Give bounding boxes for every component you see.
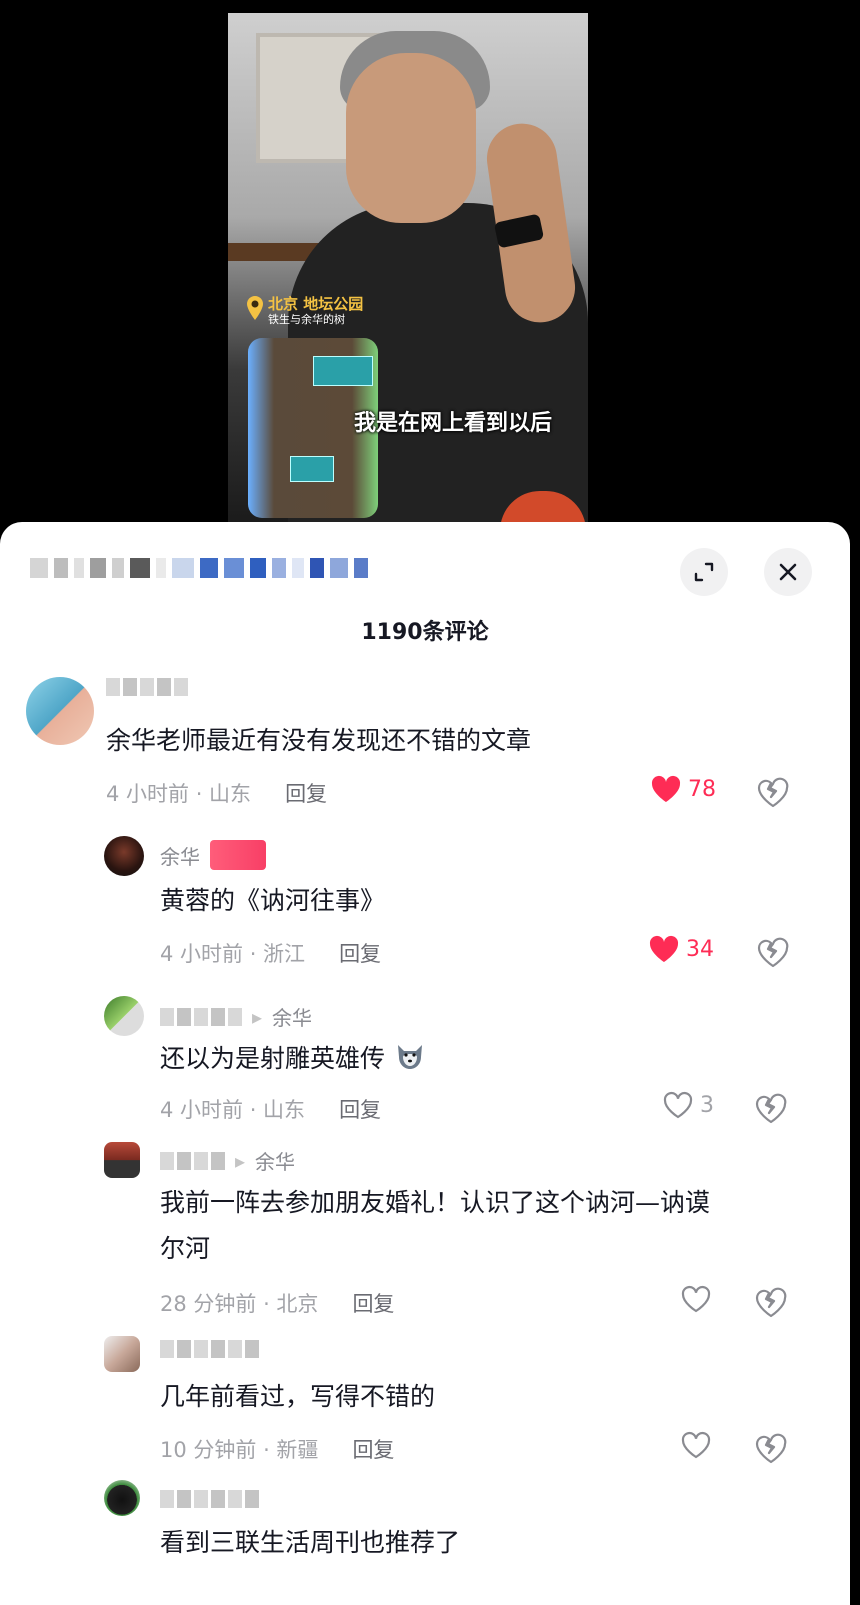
close-button[interactable] <box>764 548 812 596</box>
redacted-username <box>160 1007 242 1026</box>
like-button[interactable] <box>680 1284 718 1314</box>
like-count: 34 <box>686 936 714 962</box>
comment-username[interactable] <box>160 1340 259 1358</box>
reply-arrow-icon: ▸ <box>252 1004 263 1029</box>
video-subtitle: 我是在网上看到以后 <box>353 411 552 436</box>
comment-username[interactable] <box>160 1490 259 1508</box>
comment-count: 1190条评论 <box>361 620 489 645</box>
avatar[interactable] <box>104 1142 140 1178</box>
reply-to-name: 余华 <box>255 1150 296 1174</box>
dislike-broken-heart-icon[interactable] <box>756 936 790 970</box>
comment-text: 黄蓉的《讷河往事》 <box>160 886 386 915</box>
location-subtitle: 铁生与余华的树 <box>268 313 345 326</box>
wolf-emoji-icon <box>397 1045 422 1069</box>
comment-text: 余华老师最近有没有发现还不错的文章 <box>106 726 532 755</box>
avatar[interactable] <box>26 677 94 745</box>
sheet-header <box>0 522 850 612</box>
comment-time-location: 4 小时前 · 浙江 <box>160 942 306 966</box>
like-count: 78 <box>688 776 716 802</box>
heart-outline-icon <box>681 1286 711 1313</box>
tree-sign <box>313 356 373 386</box>
avatar[interactable] <box>104 996 144 1036</box>
dislike-broken-heart-icon[interactable] <box>754 1432 788 1466</box>
reply-button[interactable]: 回复 <box>352 1288 394 1318</box>
comment-meta: 28 分钟前 · 北京 回复 <box>160 1288 394 1318</box>
comment-text: 还以为是射雕英雄传 <box>160 1036 427 1082</box>
heart-outline-icon <box>663 1092 693 1119</box>
video-person-head <box>346 53 476 223</box>
comment-text: 看到三联生活周刊也推荐了 <box>160 1528 461 1557</box>
redacted-username <box>160 1490 259 1508</box>
comment-meta: 4 小时前 · 山东 回复 <box>106 778 327 808</box>
author-avatar[interactable] <box>104 836 144 876</box>
comment-time-location: 4 小时前 · 山东 <box>106 782 252 806</box>
video-player[interactable]: 北京 地坛公园 铁生与余华的树 我是在网上看到以后 <box>228 13 588 523</box>
location-pin-icon <box>247 296 263 320</box>
reply-arrow-icon: ▸ <box>235 1148 246 1173</box>
tree-sign <box>290 456 334 482</box>
heart-outline-icon <box>681 1432 711 1459</box>
comment-text: 几年前看过，写得不错的 <box>160 1382 436 1411</box>
like-button[interactable]: 78 <box>650 774 716 804</box>
comment-meta: 10 分钟前 · 新疆 回复 <box>160 1434 394 1464</box>
dislike-broken-heart-icon[interactable] <box>754 1092 788 1126</box>
reply-to-name: 余华 <box>272 1006 313 1030</box>
author-badge <box>210 840 266 870</box>
like-count: 3 <box>700 1092 714 1118</box>
reply-button[interactable]: 回复 <box>352 1434 394 1464</box>
reply-button[interactable]: 回复 <box>339 1094 381 1124</box>
comment-time-location: 10 分钟前 · 新疆 <box>160 1438 319 1462</box>
expand-button[interactable] <box>680 548 728 596</box>
heart-filled-icon <box>651 775 681 802</box>
expand-icon <box>694 562 714 582</box>
redacted-username <box>106 678 188 696</box>
like-button[interactable] <box>680 1430 718 1460</box>
avatar[interactable] <box>104 1336 140 1372</box>
comment-text-line: 尔河 <box>160 1234 211 1263</box>
redacted-username <box>160 1340 259 1358</box>
avatar[interactable] <box>104 1480 140 1516</box>
close-icon <box>779 563 797 581</box>
comment-time-location: 4 小时前 · 山东 <box>160 1098 306 1122</box>
comment-time-location: 28 分钟前 · 北京 <box>160 1292 319 1316</box>
comment-username[interactable]: ▸ 余华 <box>160 1002 312 1031</box>
redacted-username <box>160 1151 225 1170</box>
like-button[interactable]: 3 <box>662 1090 714 1120</box>
dislike-broken-heart-icon[interactable] <box>754 1286 788 1320</box>
location-tag: 北京 地坛公园 铁生与余华的树 <box>246 295 363 327</box>
reply-button[interactable]: 回复 <box>285 778 327 808</box>
heart-filled-icon <box>649 935 679 962</box>
like-button[interactable]: 34 <box>648 934 714 964</box>
author-name: 余华 <box>160 844 200 869</box>
comment-text-content: 还以为是射雕英雄传 <box>160 1044 386 1073</box>
reply-button[interactable]: 回复 <box>339 938 381 968</box>
comment-username[interactable]: 余华 <box>160 840 266 870</box>
comment-meta: 4 小时前 · 浙江 回复 <box>160 938 381 968</box>
comment-sheet: 1190条评论 余华老师最近有没有发现还不错的文章 4 小时前 · 山东 回复 … <box>0 522 850 1605</box>
comment-username[interactable]: ▸ 余华 <box>160 1146 295 1175</box>
comment-text-line: 我前一阵去参加朋友婚礼！认识了这个讷河—讷谟 <box>160 1188 711 1217</box>
comment-username[interactable] <box>106 678 188 696</box>
dislike-broken-heart-icon[interactable] <box>756 776 790 810</box>
location-title: 北京 地坛公园 <box>268 295 364 313</box>
comment-text: 我前一阵去参加朋友婚礼！认识了这个讷河—讷谟 尔河 <box>160 1180 800 1272</box>
redacted-video-title <box>30 558 368 578</box>
comment-meta: 4 小时前 · 山东 回复 <box>160 1094 381 1124</box>
